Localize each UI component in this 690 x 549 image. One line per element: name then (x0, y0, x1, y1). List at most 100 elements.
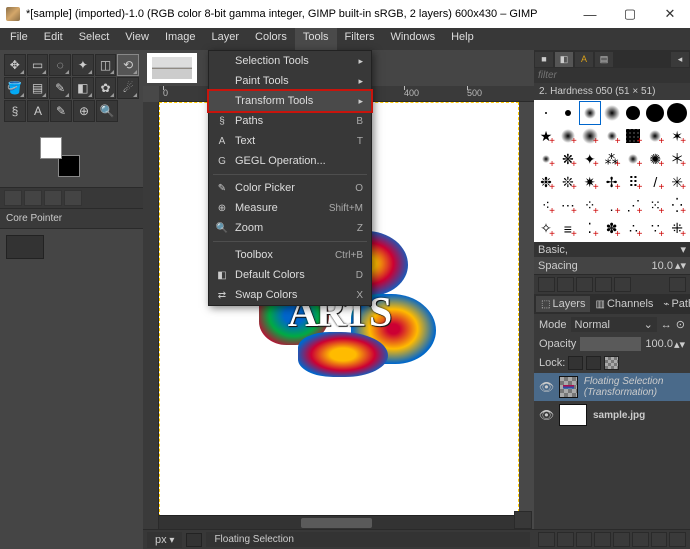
brush-refresh-button[interactable] (614, 277, 631, 292)
images-tab[interactable] (64, 190, 82, 206)
tool-zoom[interactable]: 🔍 (96, 100, 118, 122)
brush-item[interactable]: ❊+ (558, 171, 578, 193)
device-status-tab[interactable] (24, 190, 42, 206)
brush-item[interactable]: ⁙+ (645, 195, 665, 217)
brush-item[interactable]: ∵+ (645, 218, 665, 240)
brush-item[interactable] (623, 102, 643, 124)
brush-item[interactable]: ✧+ (536, 218, 556, 240)
brush-item[interactable]: ⋯+ (558, 195, 578, 217)
unit-selector[interactable]: px ▾ (147, 532, 182, 548)
menu-view[interactable]: View (117, 28, 157, 50)
brush-item[interactable]: ⁖+ (536, 195, 556, 217)
brush-item[interactable]: + (536, 148, 556, 170)
fg-color[interactable] (40, 137, 62, 159)
menu-windows[interactable]: Windows (382, 28, 443, 50)
brush-item[interactable]: ⋰+ (623, 195, 643, 217)
tool-color-picker[interactable]: ✎ (50, 100, 72, 122)
brush-item[interactable]: + (558, 125, 578, 147)
brush-item[interactable]: ⁘+ (580, 195, 600, 217)
menu-image[interactable]: Image (157, 28, 204, 50)
brush-duplicate-button[interactable] (576, 277, 593, 292)
tool-measure[interactable]: ⊕ (73, 100, 95, 122)
tool-path[interactable]: § (4, 100, 26, 122)
minimize-button[interactable]: — (570, 0, 610, 28)
menu-zoom[interactable]: 🔍ZoomZ (209, 218, 371, 238)
tab-menu-icon[interactable]: ◂ (671, 52, 689, 67)
menu-toolbox[interactable]: ToolboxCtrl+B (209, 245, 371, 265)
menu-swap-colors[interactable]: ⇄Swap ColorsX (209, 285, 371, 305)
document-tab[interactable] (147, 53, 197, 83)
brush-spacing-slider[interactable]: Spacing10.0▴▾ (534, 257, 690, 274)
mode-switch-icon[interactable]: ↔ (661, 319, 672, 331)
brush-item[interactable]: ≡+ (558, 218, 578, 240)
brush-item[interactable]: ✷+ (580, 171, 600, 193)
menu-text[interactable]: ATextT (209, 131, 371, 151)
brush-open-button[interactable] (669, 277, 686, 292)
tool-transform[interactable]: ⟲ (117, 54, 139, 76)
menu-tools[interactable]: Tools (295, 28, 337, 50)
brush-item[interactable]: ✶+ (667, 125, 687, 147)
layer-row[interactable]: 👁 sample.jpg (534, 401, 690, 429)
menu-file[interactable]: File (2, 28, 36, 50)
tool-bucket[interactable]: 🪣 (4, 77, 26, 99)
tool-text[interactable]: A (27, 100, 49, 122)
layer-up-button[interactable] (576, 532, 593, 547)
brush-item[interactable]: .+ (602, 195, 622, 217)
layer-group-button[interactable] (557, 532, 574, 547)
close-button[interactable]: ✕ (650, 0, 690, 28)
brush-item[interactable]: ✽+ (602, 218, 622, 240)
brush-item[interactable]: ∴+ (623, 218, 643, 240)
tool-fuzzy-select[interactable]: ✦ (72, 54, 94, 76)
menu-filters[interactable]: Filters (337, 28, 383, 50)
brush-item[interactable]: ⁚+ (580, 218, 600, 240)
lock-alpha-icon[interactable] (604, 356, 619, 370)
menu-edit[interactable]: Edit (36, 28, 71, 50)
opacity-slider[interactable] (580, 337, 641, 351)
blend-mode-select[interactable]: Normal⌄ (571, 317, 657, 332)
brush-delete-button[interactable] (595, 277, 612, 292)
maximize-button[interactable]: ▢ (610, 0, 650, 28)
navigation-button[interactable] (514, 511, 532, 529)
brush-new-button[interactable] (557, 277, 574, 292)
tool-smudge[interactable]: ☄ (117, 77, 139, 99)
tab-layers[interactable]: ⬚Layers (536, 296, 590, 312)
layer-delete-button[interactable] (669, 532, 686, 547)
tab-channels[interactable]: ▥Channels (590, 296, 658, 312)
tool-pencil[interactable]: ✎ (49, 77, 71, 99)
fonts-tab-icon[interactable]: A (575, 52, 593, 67)
brush-item[interactable]: + (623, 125, 643, 147)
layer-down-button[interactable] (594, 532, 611, 547)
brush-edit-button[interactable] (538, 277, 555, 292)
horizontal-scrollbar[interactable] (159, 515, 514, 529)
brush-item[interactable] (667, 102, 687, 124)
brush-item[interactable]: + (580, 125, 600, 147)
brush-item[interactable]: ⁜+ (667, 218, 687, 240)
mode-reset-icon[interactable]: ⊙ (676, 318, 685, 331)
brush-item[interactable] (558, 102, 578, 124)
tool-options-tab[interactable] (4, 190, 22, 206)
brush-item[interactable]: + (602, 125, 622, 147)
menu-gegl[interactable]: GGEGL Operation... (209, 151, 371, 171)
brush-item[interactable]: ＊+ (667, 148, 687, 170)
brush-item[interactable]: + (645, 125, 665, 147)
brush-item[interactable] (536, 102, 556, 124)
menu-default-colors[interactable]: ◧Default ColorsD (209, 265, 371, 285)
menu-color-picker[interactable]: ✎Color PickerO (209, 178, 371, 198)
brush-item[interactable]: ⁂+ (602, 148, 622, 170)
menu-transform-tools[interactable]: Transform Tools▸ (207, 89, 373, 113)
menu-help[interactable]: Help (443, 28, 482, 50)
brush-item[interactable] (645, 102, 665, 124)
brush-item[interactable]: ✳+ (667, 171, 687, 193)
tool-crop[interactable]: ◫ (95, 54, 117, 76)
brush-item[interactable] (580, 102, 600, 124)
brush-item[interactable]: ✦+ (580, 148, 600, 170)
tool-clone[interactable]: ✿ (95, 77, 117, 99)
layer-row[interactable]: 👁 Floating Selection (Transformation) (534, 373, 690, 401)
brush-item[interactable]: + (623, 148, 643, 170)
layer-mask-button[interactable] (651, 532, 668, 547)
undo-history-tab[interactable] (44, 190, 62, 206)
layer-merge-button[interactable] (632, 532, 649, 547)
tool-free-select[interactable]: ◌ (49, 54, 71, 76)
menu-colors[interactable]: Colors (247, 28, 295, 50)
brush-item[interactable]: ✺+ (645, 148, 665, 170)
